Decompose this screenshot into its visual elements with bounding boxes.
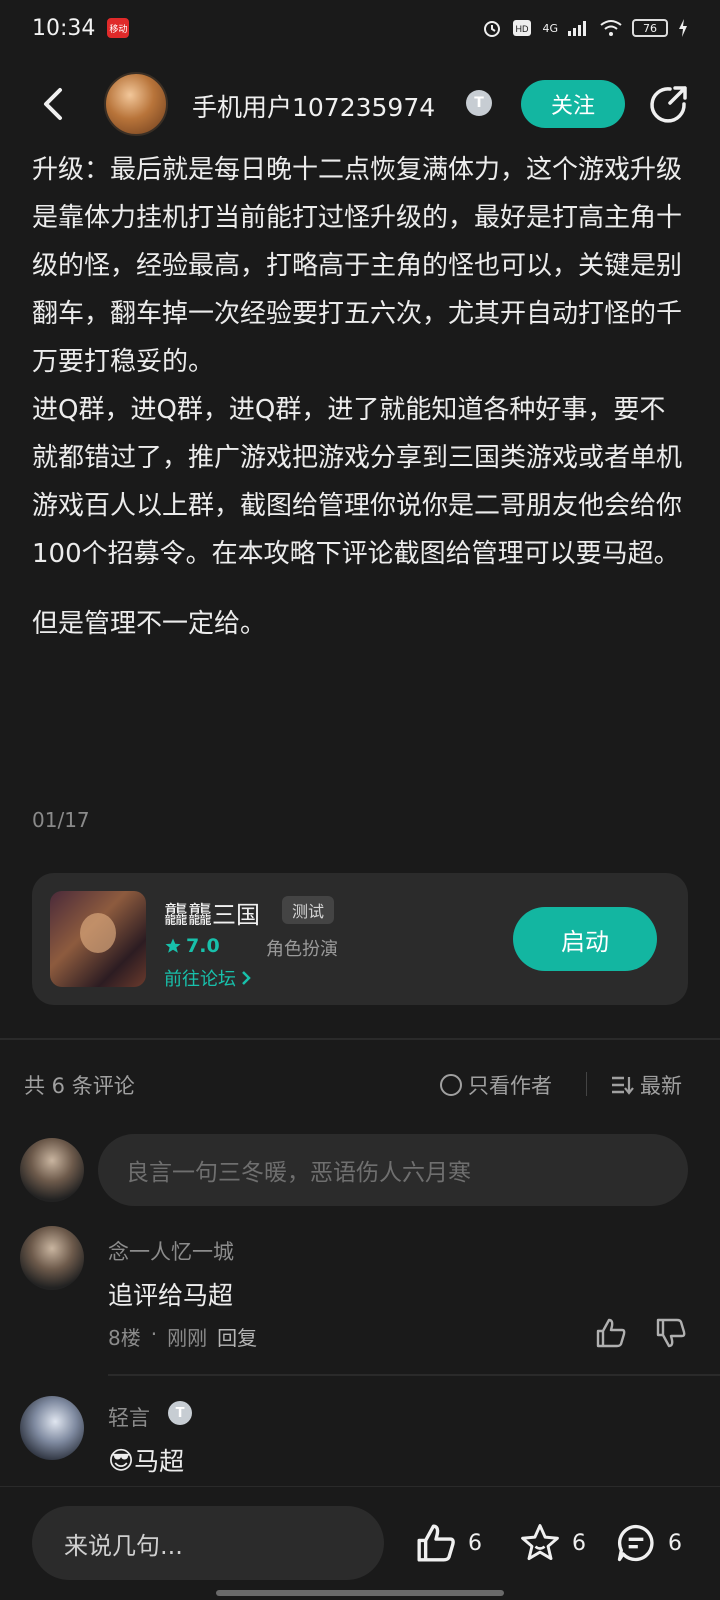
notification-app-badge: 移动 [107,18,130,38]
meta-dot: · [150,1322,158,1346]
my-avatar [20,1138,84,1202]
comment-text: 😎 马超 [108,1442,184,1478]
reply-input[interactable]: 来说几句... [32,1506,384,1580]
post-paragraph: 升级：最后就是每日晚十二点恢复满体力，这个游戏升级是靠体力挂机打当前能打过怪升级… [32,155,683,377]
commenter-name[interactable]: 念一人忆一城 [108,1236,234,1266]
comment-meta: 8楼 · 刚刚 回复 [108,1322,257,1351]
comment-time: 刚刚 [167,1326,208,1350]
star-outline-icon[interactable] [518,1521,562,1565]
game-rating: 7.0 [164,935,220,957]
post-body: 升级：最后就是每日晚十二点恢复满体力，这个游戏升级是靠体力挂机打当前能打过怪升级… [32,146,690,648]
status-time: 10:34 [32,15,96,41]
battery-indicator: 76 [632,19,668,37]
like-count: 6 [468,1530,482,1556]
post-paragraph: 进Q群，进Q群，进Q群，进了就能知道各种好事，要不就都错过了，推广游戏把游戏分享… [32,395,683,569]
comment-count: 6 [668,1530,682,1556]
section-divider [0,1038,720,1040]
favorite-button[interactable]: 6 [518,1515,586,1571]
author-level-badge: T [466,90,492,116]
commenter-avatar[interactable] [20,1226,84,1290]
forum-link[interactable]: 前往论坛 [164,965,252,991]
comment-text: 追评给马超 [108,1281,234,1310]
commenter-level-badge: T [168,1401,192,1425]
like-button[interactable]: 6 [414,1515,482,1571]
thumb-up-icon[interactable] [594,1316,628,1350]
sort-label[interactable]: 最新 [640,1070,682,1100]
launch-button[interactable]: 启动 [513,907,657,971]
home-indicator[interactable] [216,1590,504,1596]
bottom-action-bar: 来说几句... 6 6 6 [0,1486,720,1600]
comment-floor: 8楼 [108,1326,141,1350]
svg-text:HD: HD [516,24,529,34]
reply-button[interactable]: 回复 [217,1322,257,1351]
wifi-icon [600,20,622,36]
sort-toggle[interactable]: 最新 [610,1070,682,1100]
thumb-down-icon[interactable] [654,1316,688,1350]
status-icons: HD 4G 76 [482,18,688,38]
star-icon [165,938,181,953]
game-test-tag: 测试 [282,896,335,924]
author-only-label[interactable]: 只看作者 [468,1070,552,1100]
game-card[interactable]: 龘龘三国 测试 7.0 角色扮演 前往论坛 启动 [32,873,688,1005]
back-arrow-icon[interactable] [36,84,70,124]
favorite-count: 6 [572,1530,586,1556]
post-paragraph: 但是管理不一定给。 [32,609,267,639]
comment-input[interactable]: 良言一句三冬暖，恶语伤人六月寒 [98,1134,688,1206]
chat-bubble-icon[interactable] [614,1521,658,1565]
chevron-right-icon [242,971,251,985]
forum-link-label[interactable]: 前往论坛 [164,965,236,991]
author-name[interactable]: 手机用户107235974 [192,88,435,124]
game-title[interactable]: 龘龘三国 [164,895,260,930]
comment-text-body: 马超 [134,1447,185,1476]
charging-icon [679,19,687,37]
author-avatar[interactable] [104,72,168,136]
sort-icon[interactable] [610,1074,634,1096]
comment-button[interactable]: 6 [614,1515,682,1571]
hd-icon: HD [513,20,532,36]
commenter-avatar[interactable] [20,1396,84,1460]
comment-divider [108,1374,720,1376]
signal-icon [568,21,586,36]
thumb-up-icon[interactable] [414,1521,458,1565]
sunglasses-emoji: 😎 [108,1445,135,1475]
author-only-toggle[interactable]: 只看作者 [440,1070,552,1100]
commenter-name[interactable]: 轻言 [108,1402,150,1432]
follow-button[interactable]: 关注 [521,80,625,128]
game-rating-value: 7.0 [186,935,220,957]
post-header: 手机用户107235974 T 关注 [0,68,720,140]
game-icon[interactable] [50,891,146,987]
comments-count: 共 6 条评论 [24,1074,135,1098]
network-type: 4G [542,21,558,35]
alarm-icon [484,21,501,37]
page-counter: 01/17 [32,808,90,832]
game-genre: 角色扮演 [266,939,338,960]
status-bar: 10:34 移动 HD 4G 76 [0,0,720,56]
share-icon[interactable] [648,84,690,126]
radio-icon[interactable] [440,1074,462,1096]
toolbar-separator [586,1072,587,1096]
